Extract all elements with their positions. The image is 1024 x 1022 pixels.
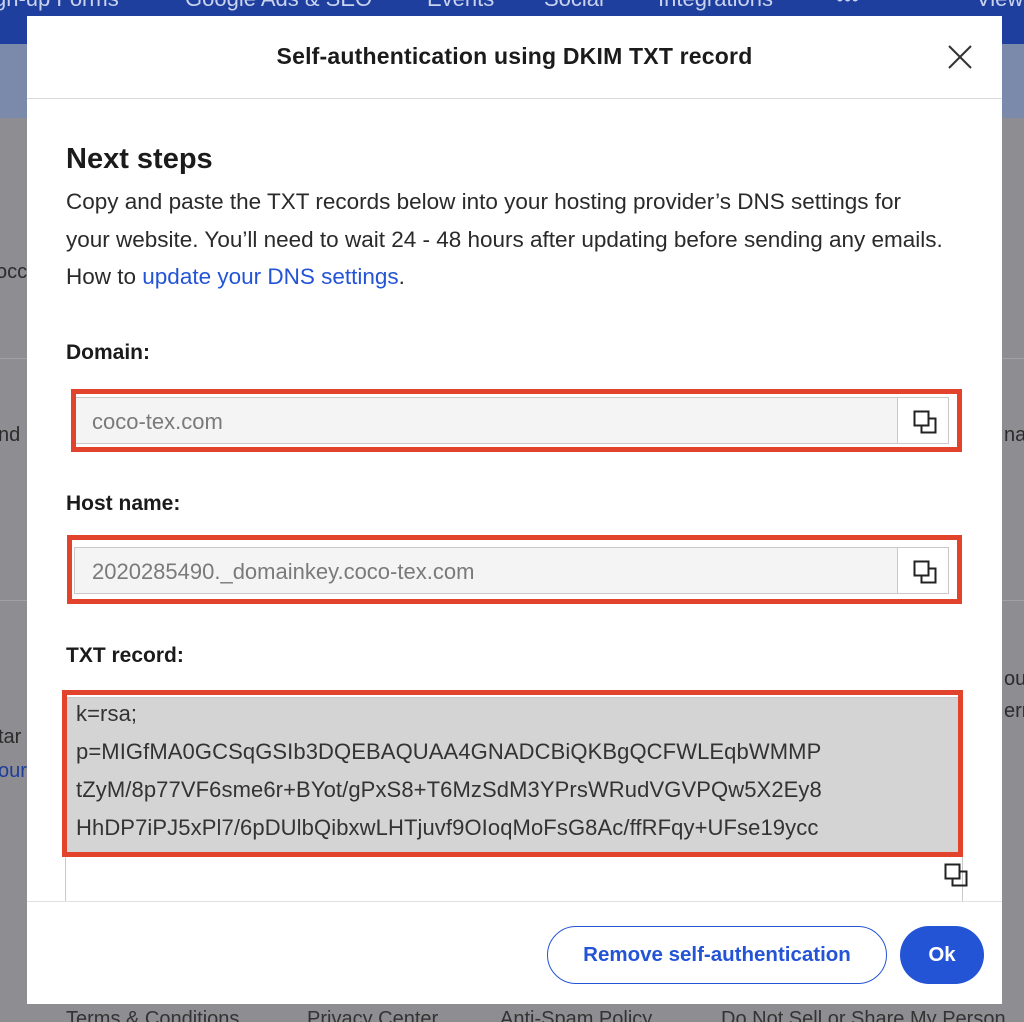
bg-divider <box>1002 358 1024 359</box>
txt-record-label: TXT record: <box>66 644 184 667</box>
txt-record-line: HhDP7iPJ5xPl7/6pDUlbQibxwLHTjuvf9OIoqMoF… <box>76 815 819 840</box>
bg-divider <box>0 358 27 359</box>
bg-nav-item: Google Ads & SEO <box>185 0 372 12</box>
copy-icon <box>913 560 937 584</box>
bg-link-fragment: our <box>0 760 27 782</box>
bg-divider <box>1002 600 1024 601</box>
bg-nav-item: Social <box>544 0 604 12</box>
txt-record-line: p=MIGfMA0GCSqGSIb3DQEBAQUAA4GNADCBiQKBgQ… <box>76 739 822 764</box>
copy-domain-button[interactable] <box>897 398 948 443</box>
domain-label: Domain: <box>66 341 150 364</box>
close-button[interactable] <box>945 42 975 72</box>
bg-footer-link: Terms & Conditions <box>66 1008 240 1022</box>
host-name-field[interactable]: 2020285490._domainkey.coco-tex.com <box>74 547 949 594</box>
modal-footer: Remove self-authentication Ok <box>27 901 1002 1004</box>
bg-text-fragment: tar <box>0 726 22 748</box>
dkim-modal: Self-authentication using DKIM TXT recor… <box>27 16 1002 1004</box>
host-name-value: 2020285490._domainkey.coco-tex.com <box>92 559 475 584</box>
domain-field[interactable]: coco-tex.com <box>74 397 949 444</box>
background-footer: Terms & Conditions Privacy Center Anti-S… <box>0 1008 1024 1022</box>
copy-icon <box>944 863 968 887</box>
bg-nav-item: gn-up Forms <box>0 0 119 12</box>
domain-value: coco-tex.com <box>92 409 223 434</box>
copy-icon <box>913 410 937 434</box>
bg-text-fragment: nd <box>0 424 21 446</box>
bg-text-fragment: occ <box>0 261 28 283</box>
bg-nav-item: View <box>976 0 1023 12</box>
txt-record-line: tZyM/8p77VF6sme6r+BYot/gPxS8+T6MzSdM3YPr… <box>76 777 822 802</box>
copy-host-name-button[interactable] <box>897 548 948 593</box>
host-name-label: Host name: <box>66 492 181 515</box>
bg-footer-link: Do Not Sell or Share My Person <box>721 1008 1006 1022</box>
bg-divider <box>0 600 27 601</box>
instructions-end: . <box>398 264 405 289</box>
copy-txt-record-button[interactable] <box>944 863 972 891</box>
bg-footer-link: Anti-Spam Policy <box>500 1008 653 1022</box>
modal-title: Self-authentication using DKIM TXT recor… <box>276 43 753 69</box>
remove-self-authentication-button[interactable]: Remove self-authentication <box>547 926 887 984</box>
bg-nav-item: ••• <box>836 0 859 12</box>
section-title: Next steps <box>66 143 213 175</box>
update-dns-settings-link[interactable]: update your DNS settings <box>142 264 398 289</box>
bg-text-fragment: ou <box>1004 668 1024 690</box>
modal-header: Self-authentication using DKIM TXT recor… <box>27 16 1002 99</box>
txt-record-field[interactable]: k=rsa; p=MIGfMA0GCSqGSIb3DQEBAQUAA4GNADC… <box>65 697 968 907</box>
bg-footer-link: Privacy Center <box>307 1008 439 1022</box>
close-icon <box>948 45 972 69</box>
bg-nav-item: Integrations <box>658 0 773 12</box>
ok-button[interactable]: Ok <box>900 926 984 984</box>
instructions-text: Copy and paste the TXT records below int… <box>66 183 946 296</box>
bg-text-fragment: err <box>1004 700 1024 722</box>
txt-record-line: k=rsa; <box>76 701 138 726</box>
bg-nav-item: Events <box>427 0 494 12</box>
bg-text-fragment: nat <box>1004 424 1024 446</box>
